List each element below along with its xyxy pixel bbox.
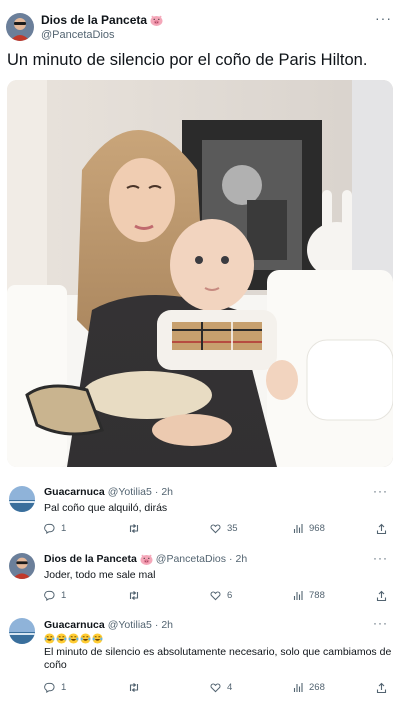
- tweet-text: Un minuto de silencio por el coño de Par…: [7, 51, 368, 69]
- laughing-tears-emoji-icon: [92, 633, 103, 644]
- separator-dot: ·: [229, 553, 233, 565]
- reply-author-handle[interactable]: @PancetaDios: [156, 553, 226, 565]
- reply-author-name[interactable]: Guacarnuca: [44, 619, 105, 631]
- reply-actions: 1 35 968: [44, 523, 394, 537]
- author-avatar[interactable]: [6, 13, 34, 41]
- retweet-button[interactable]: [128, 590, 146, 601]
- like-button[interactable]: 4: [210, 682, 232, 693]
- reply-text: Joder, todo me sale mal: [44, 569, 156, 581]
- share-button[interactable]: [376, 590, 387, 602]
- comment-icon: [44, 590, 55, 601]
- reply-1[interactable]: Guacarnuca @Yotilia5 · 2h ··· Pal coño q…: [0, 478, 400, 550]
- like-button[interactable]: 6: [210, 590, 232, 601]
- pig-face-icon: [150, 15, 163, 26]
- laughing-emoji-row: [44, 633, 394, 644]
- tweet-photo[interactable]: [7, 80, 393, 467]
- reply-text: Pal coño que alquiló, dirás: [44, 502, 168, 514]
- reply-2[interactable]: Dios de la Panceta @PancetaDios · 2h ···…: [0, 545, 400, 617]
- heart-icon: [210, 523, 221, 534]
- share-button[interactable]: [376, 682, 387, 694]
- views-chart-icon: [293, 590, 303, 601]
- reply-avatar[interactable]: [9, 553, 35, 579]
- reply-count: 1: [61, 523, 67, 534]
- heart-icon: [210, 682, 221, 693]
- share-button[interactable]: [376, 523, 387, 535]
- reply-author-handle[interactable]: @Yotilia5: [108, 619, 152, 631]
- comment-icon: [44, 682, 55, 693]
- views-button[interactable]: 268: [293, 682, 325, 693]
- reply-author-name[interactable]: Guacarnuca: [44, 486, 105, 498]
- main-tweet: Dios de la Panceta @PancetaDios ··· Un m…: [0, 0, 400, 472]
- view-count: 268: [309, 682, 325, 693]
- reply-header: Dios de la Panceta @PancetaDios · 2h: [44, 553, 247, 565]
- retweet-icon: [128, 590, 140, 601]
- views-button[interactable]: 788: [293, 590, 325, 601]
- more-options-icon[interactable]: ···: [373, 484, 388, 498]
- reply-count: 1: [61, 590, 67, 601]
- reply-count: 1: [61, 682, 67, 693]
- reply-text: El minuto de silencio es absolutamente n…: [44, 646, 392, 671]
- laughing-tears-emoji-icon: [44, 633, 55, 644]
- reply-time[interactable]: 2h: [161, 619, 173, 631]
- reply-author-handle[interactable]: @Yotilia5: [108, 486, 152, 498]
- more-options-icon[interactable]: ···: [373, 551, 388, 565]
- view-count: 788: [309, 590, 325, 601]
- more-options-icon[interactable]: ···: [375, 10, 392, 26]
- reply-actions: 1 4 268: [44, 682, 394, 696]
- laughing-tears-emoji-icon: [80, 633, 91, 644]
- comment-icon: [44, 523, 55, 534]
- retweet-button[interactable]: [128, 523, 146, 534]
- laughing-tears-emoji-icon: [68, 633, 79, 644]
- reply-header: Guacarnuca @Yotilia5 · 2h: [44, 486, 173, 498]
- author-name[interactable]: Dios de la Panceta: [41, 13, 147, 27]
- share-icon: [376, 590, 387, 602]
- reply-count-button[interactable]: 1: [44, 523, 66, 534]
- reply-avatar[interactable]: [9, 618, 35, 644]
- heart-icon: [210, 590, 221, 601]
- author-name-line[interactable]: Dios de la Panceta: [41, 13, 163, 27]
- separator-dot: ·: [154, 486, 159, 498]
- reply-time[interactable]: 2h: [161, 486, 173, 498]
- more-options-icon[interactable]: ···: [373, 616, 388, 630]
- views-button[interactable]: 968: [293, 523, 325, 534]
- views-chart-icon: [293, 682, 303, 693]
- retweet-icon: [128, 523, 140, 534]
- share-icon: [376, 523, 387, 535]
- like-count: 4: [227, 682, 233, 693]
- like-button[interactable]: 35: [210, 523, 238, 534]
- separator-dot: ·: [154, 619, 159, 631]
- reply-count-button[interactable]: 1: [44, 590, 66, 601]
- reply-author-name[interactable]: Dios de la Panceta: [44, 553, 137, 565]
- view-count: 968: [309, 523, 325, 534]
- reply-actions: 1 6 788: [44, 590, 394, 604]
- views-chart-icon: [293, 523, 303, 534]
- reply-header: Guacarnuca @Yotilia5 · 2h: [44, 619, 173, 631]
- share-icon: [376, 682, 387, 694]
- reply-3[interactable]: Guacarnuca @Yotilia5 · 2h ··· El minuto …: [0, 612, 400, 710]
- laughing-tears-emoji-icon: [56, 633, 67, 644]
- reply-count-button[interactable]: 1: [44, 682, 66, 693]
- author-handle[interactable]: @PancetaDios: [41, 29, 115, 41]
- like-count: 6: [227, 590, 233, 601]
- retweet-icon: [128, 682, 140, 693]
- pig-face-icon: [140, 554, 153, 565]
- reply-time[interactable]: 2h: [236, 553, 248, 565]
- reply-avatar[interactable]: [9, 486, 35, 512]
- reply-body: El minuto de silencio es absolutamente n…: [44, 633, 394, 672]
- like-count: 35: [227, 523, 238, 534]
- retweet-button[interactable]: [128, 682, 146, 693]
